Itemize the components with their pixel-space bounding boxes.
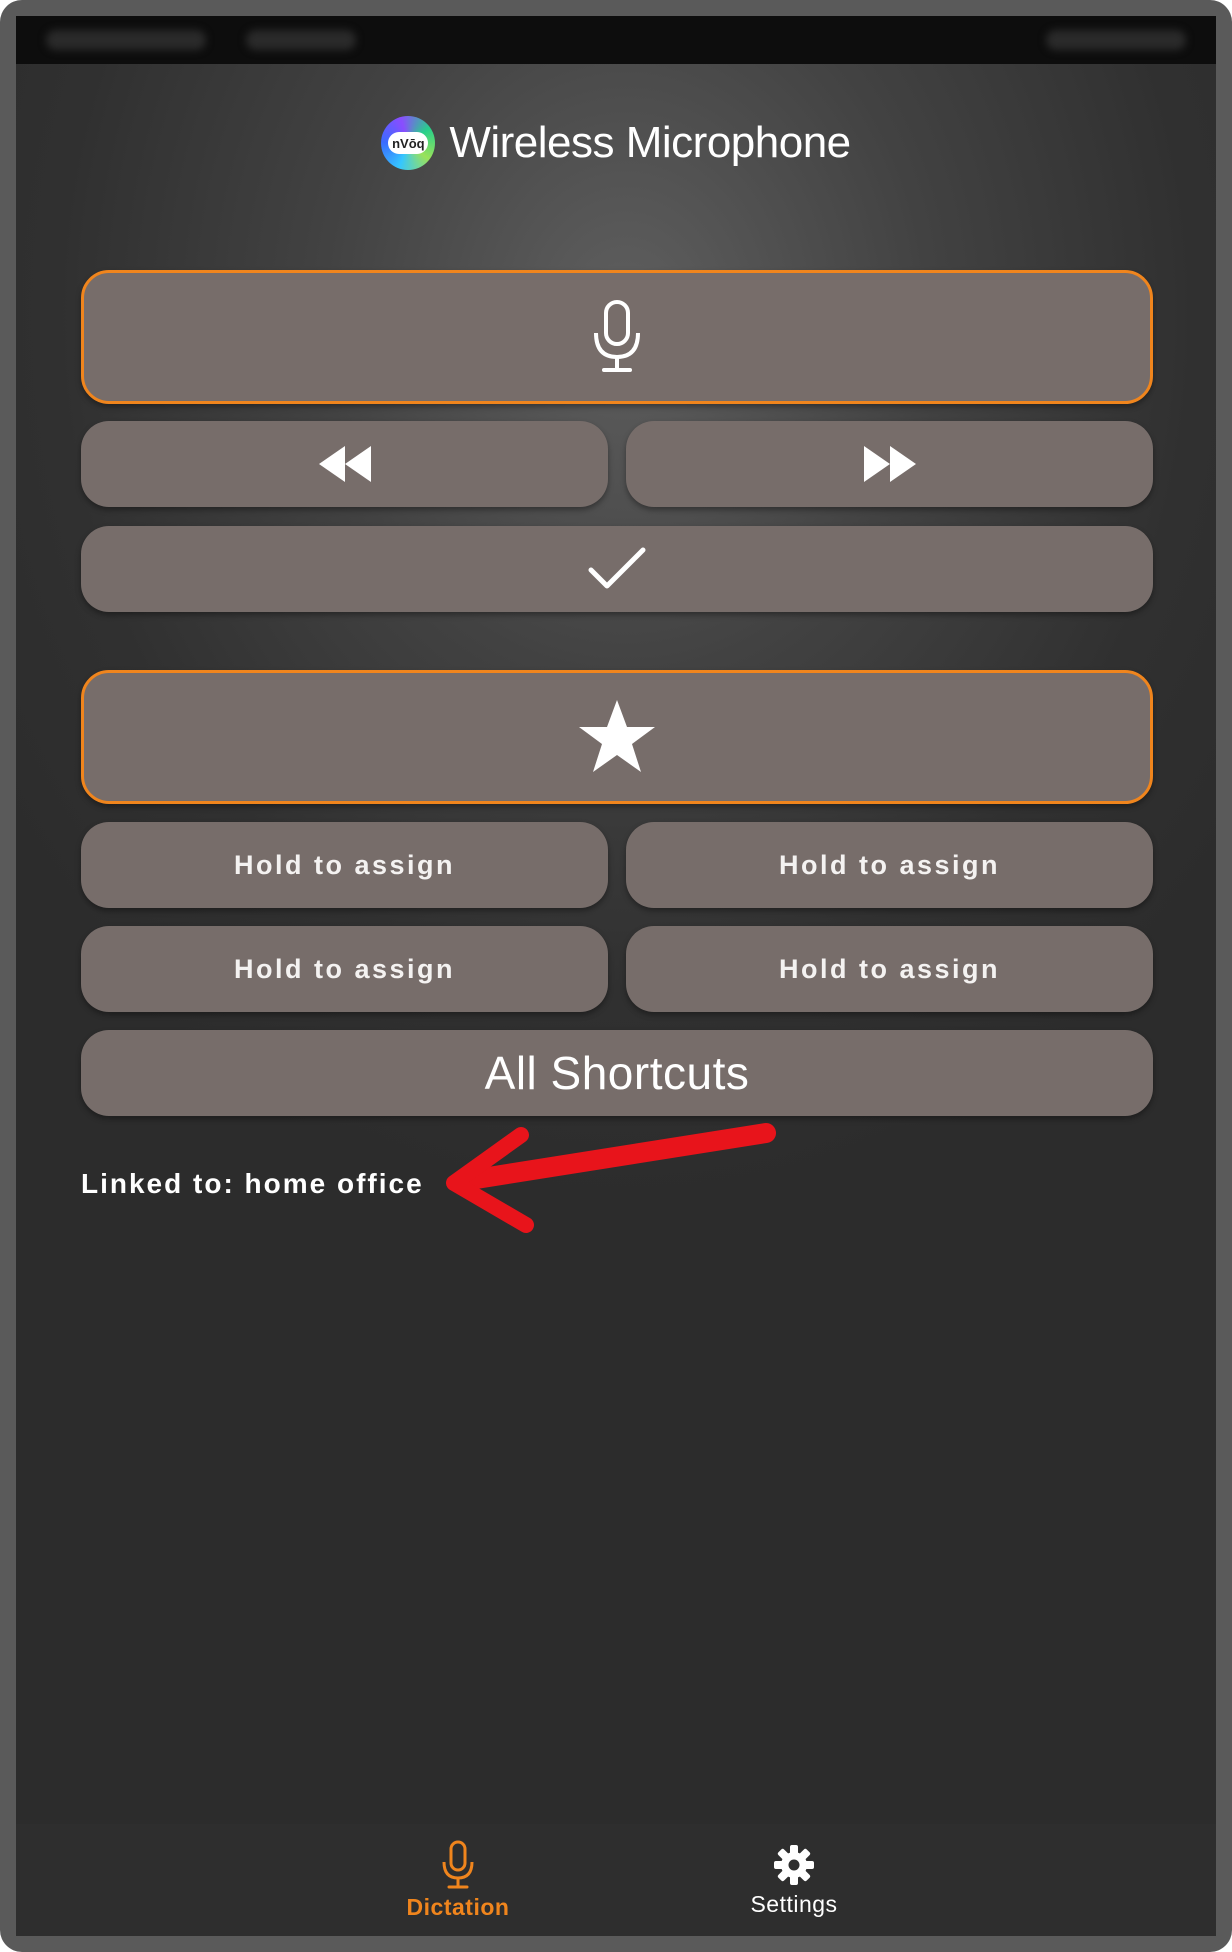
bottom-navigation: Dictation Settings xyxy=(16,1824,1216,1936)
logo-text: nVōq xyxy=(388,132,429,154)
app-screen: nVōq Wireless Microphone Hold to assign … xyxy=(16,16,1216,1936)
confirm-button[interactable] xyxy=(81,526,1153,612)
record-button[interactable] xyxy=(81,270,1153,404)
gear-icon xyxy=(774,1844,814,1885)
rewind-icon xyxy=(318,446,371,482)
shortcut-slot-label: Hold to assign xyxy=(233,849,455,880)
nvoq-logo: nVōq xyxy=(381,116,436,170)
checkmark-icon xyxy=(588,547,646,589)
status-battery-blurred xyxy=(1046,30,1186,50)
microphone-icon xyxy=(594,300,640,372)
nav-tab-dictation[interactable]: Dictation xyxy=(348,1824,568,1936)
shortcut-slot-label: Hold to assign xyxy=(778,953,1000,984)
favorite-shortcut-button[interactable] xyxy=(81,670,1153,804)
shortcut-slot-label: Hold to assign xyxy=(233,953,455,984)
star-icon xyxy=(579,700,655,772)
shortcut-slot-3[interactable]: Hold to assign xyxy=(81,926,608,1012)
shortcut-slot-4[interactable]: Hold to assign xyxy=(626,926,1153,1012)
nav-tab-settings-label: Settings xyxy=(750,1890,838,1917)
all-shortcuts-label: All Shortcuts xyxy=(484,1047,750,1099)
nav-tab-dictation-label: Dictation xyxy=(406,1893,510,1920)
app-title: Wireless Microphone xyxy=(449,118,851,167)
app-header: nVōq Wireless Microphone xyxy=(16,98,1216,188)
fast-forward-icon xyxy=(863,446,916,482)
fast-forward-button[interactable] xyxy=(626,421,1153,507)
shortcut-slot-label: Hold to assign xyxy=(778,849,1000,880)
linked-status-text: Linked to: home office xyxy=(81,1168,424,1199)
nav-tab-settings[interactable]: Settings xyxy=(684,1824,904,1936)
annotation-arrow xyxy=(446,1123,776,1233)
device-frame: nVōq Wireless Microphone Hold to assign … xyxy=(0,0,1232,1952)
microphone-icon xyxy=(442,1840,474,1888)
shortcut-slot-2[interactable]: Hold to assign xyxy=(626,822,1153,908)
status-bar xyxy=(16,16,1216,64)
rewind-button[interactable] xyxy=(81,421,608,507)
shortcut-slot-1[interactable]: Hold to assign xyxy=(81,822,608,908)
status-icons-blurred xyxy=(246,30,356,50)
status-time-blurred xyxy=(46,30,206,50)
all-shortcuts-button[interactable]: All Shortcuts xyxy=(81,1030,1153,1116)
